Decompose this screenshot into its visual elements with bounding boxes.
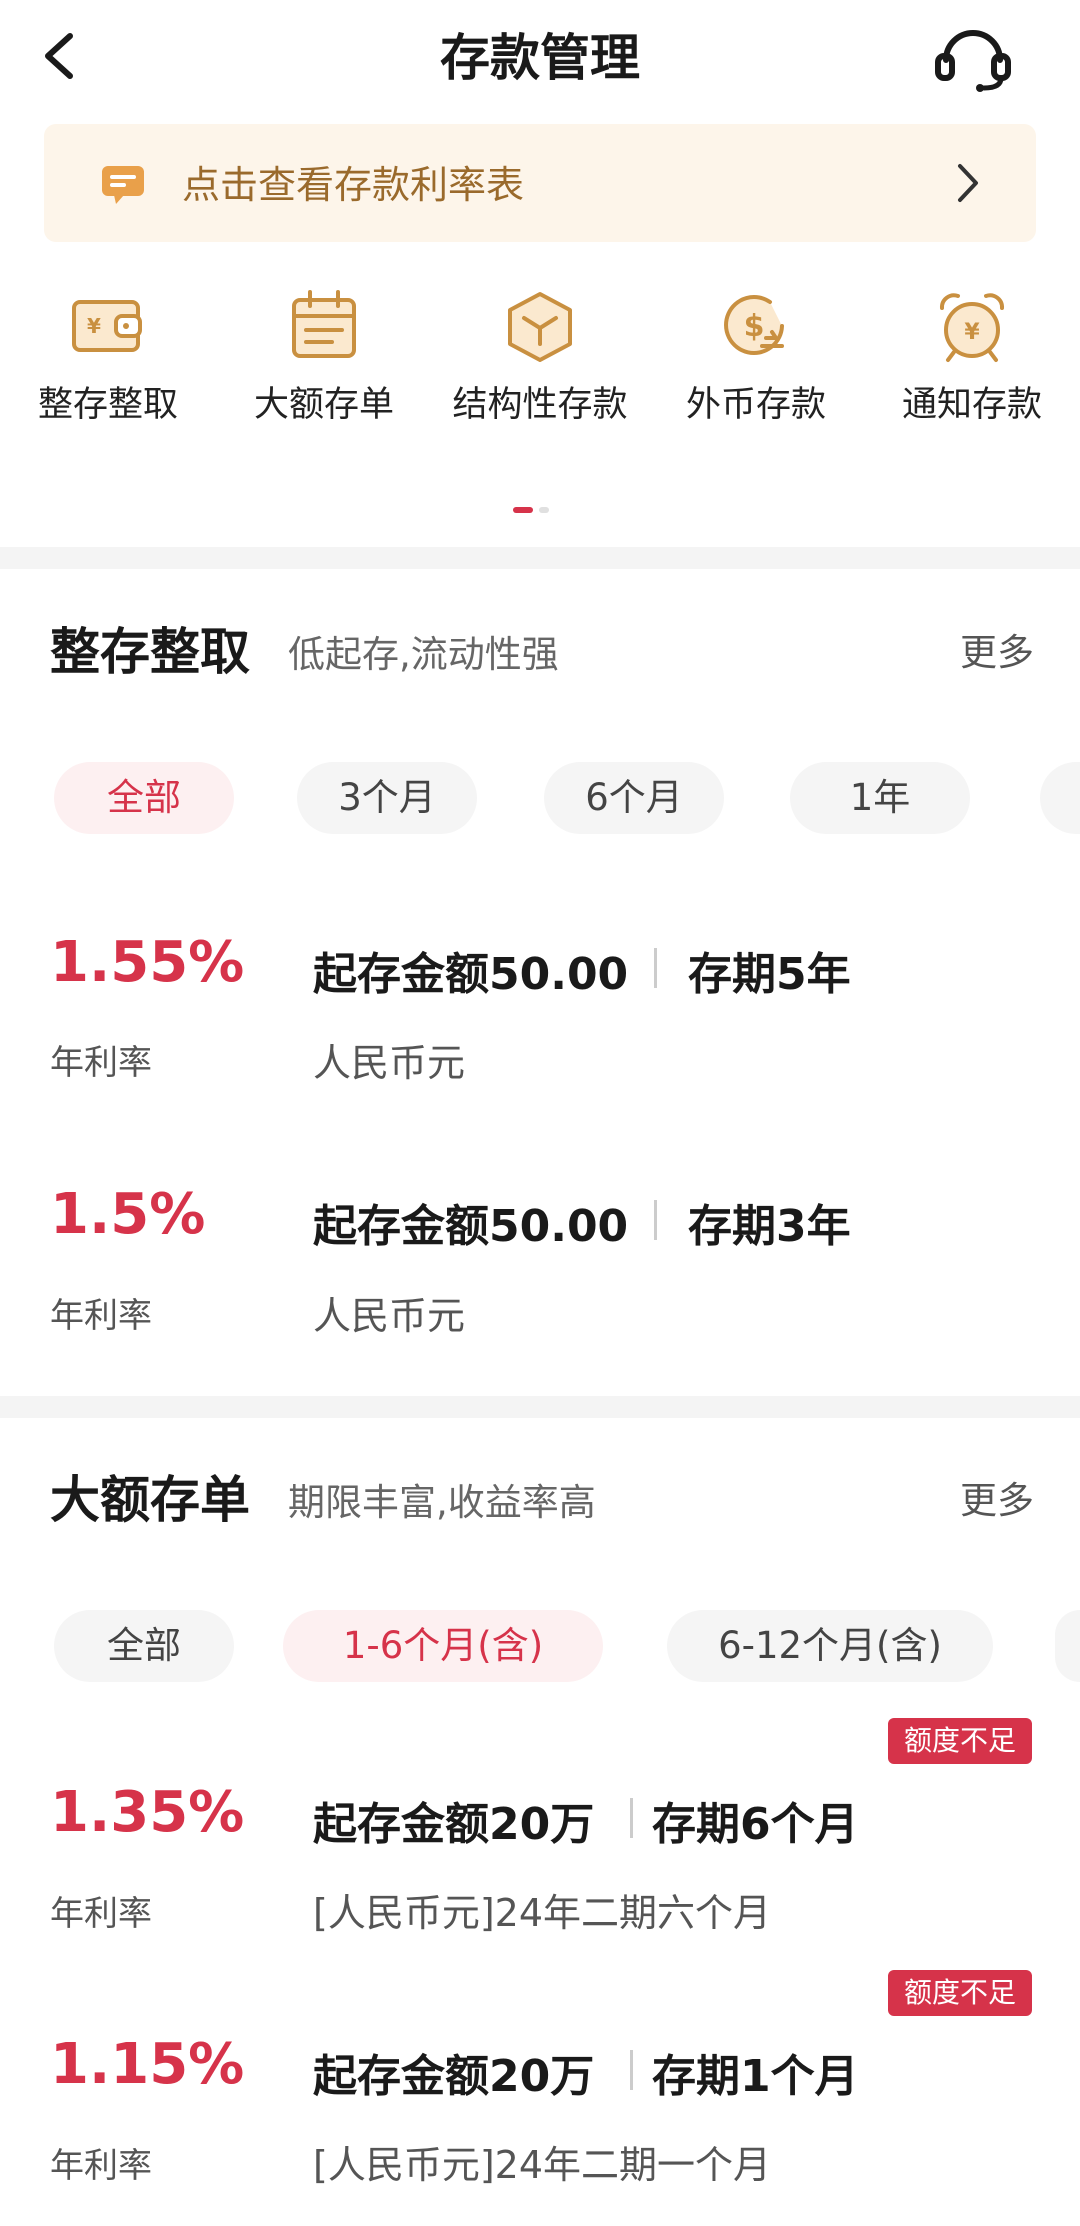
category-label: 通知存款 <box>901 385 1042 425</box>
svg-text:¥: ¥ <box>964 320 980 345</box>
category-large-cd[interactable]: 大额存单 <box>216 280 432 430</box>
product-description: 人民币元 <box>313 1294 466 1338</box>
min-deposit-amount: 起存金额50.00 <box>313 1201 629 1252</box>
category-fixed-deposit[interactable]: ¥ 整存整取 <box>0 280 216 430</box>
cube-icon <box>508 292 572 362</box>
section-divider <box>0 547 1080 569</box>
rate-label: 年利率 <box>50 2146 152 2186</box>
chevron-right-icon <box>958 164 978 202</box>
category-label: 结构性存款 <box>452 385 628 425</box>
annual-rate: 1.15% <box>50 2032 245 2097</box>
annual-rate: 1.55% <box>50 930 245 995</box>
separator <box>630 1798 633 1838</box>
dollar-exchange-icon: $ <box>724 294 784 355</box>
section-title: 大额存单 <box>50 1471 250 1529</box>
message-card-icon <box>102 166 144 204</box>
svg-text:$: $ <box>744 309 765 344</box>
filter-chip-all[interactable]: 全部 <box>54 1610 234 1682</box>
quota-insufficient-badge: 额度不足 <box>888 1970 1032 2016</box>
banner-text: 点击查看存款利率表 <box>182 163 525 207</box>
page-dot <box>539 507 549 513</box>
filter-chip-overflow[interactable] <box>1040 762 1080 834</box>
rate-label: 年利率 <box>50 1043 152 1083</box>
separator <box>654 1200 657 1240</box>
deposit-term: 存期5年 <box>688 949 851 1000</box>
category-label: 大额存单 <box>253 385 394 425</box>
page-title: 存款管理 <box>440 29 640 87</box>
headset-icon <box>935 30 1011 92</box>
separator <box>654 948 657 988</box>
filter-chip-overflow[interactable] <box>1055 1610 1080 1682</box>
deposit-term: 存期1个月 <box>652 2051 859 2102</box>
calendar-icon <box>292 290 356 358</box>
deposit-category-grid: ¥ 整存整取 大额存单 结构性存款 $ 外币存款 ¥ 通知存款 <box>0 280 1080 440</box>
annual-rate: 1.35% <box>50 1780 245 1845</box>
section-subtitle: 期限丰富,收益率高 <box>288 1481 596 1524</box>
filter-chip-6-months[interactable]: 6个月 <box>544 762 724 834</box>
annual-rate: 1.5% <box>50 1182 206 1247</box>
customer-service-button[interactable] <box>932 22 1014 94</box>
section-divider <box>0 1396 1080 1418</box>
deposit-term: 存期6个月 <box>652 1799 859 1850</box>
filter-chip-1-6-months[interactable]: 1-6个月(含) <box>283 1610 603 1682</box>
filter-chip-6-12-months[interactable]: 6-12个月(含) <box>667 1610 993 1682</box>
svg-text:¥: ¥ <box>87 314 101 338</box>
category-label: 外币存款 <box>685 385 826 425</box>
min-deposit-amount: 起存金额20万 <box>313 2051 595 2102</box>
rate-label: 年利率 <box>50 1894 152 1934</box>
product-description: [人民币元]24年二期六个月 <box>313 1891 772 1935</box>
product-description: [人民币元]24年二期一个月 <box>313 2143 772 2187</box>
alarm-clock-yen-icon: ¥ <box>940 293 1004 362</box>
separator <box>630 2050 633 2090</box>
more-link[interactable]: 更多 <box>960 622 1034 676</box>
rate-table-banner[interactable]: 点击查看存款利率表 <box>44 124 1036 242</box>
wallet-yen-icon: ¥ <box>72 300 142 352</box>
category-notice-deposit[interactable]: ¥ 通知存款 <box>864 280 1080 430</box>
min-deposit-amount: 起存金额50.00 <box>313 949 629 1000</box>
section-title: 整存整取 <box>50 623 250 681</box>
category-label: 整存整取 <box>37 385 178 425</box>
rate-label: 年利率 <box>50 1296 152 1336</box>
deposit-term: 存期3年 <box>688 1201 851 1252</box>
category-foreign-currency[interactable]: $ 外币存款 <box>648 280 864 430</box>
header-bar: 存款管理 <box>0 0 1080 120</box>
page-dot-active <box>513 507 533 513</box>
page-indicator <box>513 507 555 515</box>
more-link[interactable]: 更多 <box>960 1470 1034 1524</box>
quota-insufficient-badge: 额度不足 <box>888 1718 1032 1764</box>
filter-chip-all[interactable]: 全部 <box>54 762 234 834</box>
category-structured-deposit[interactable]: 结构性存款 <box>432 280 648 430</box>
min-deposit-amount: 起存金额20万 <box>313 1799 595 1850</box>
product-description: 人民币元 <box>313 1041 466 1085</box>
filter-chip-1-year[interactable]: 1年 <box>790 762 970 834</box>
section-subtitle: 低起存,流动性强 <box>288 633 559 676</box>
filter-chip-3-months[interactable]: 3个月 <box>297 762 477 834</box>
